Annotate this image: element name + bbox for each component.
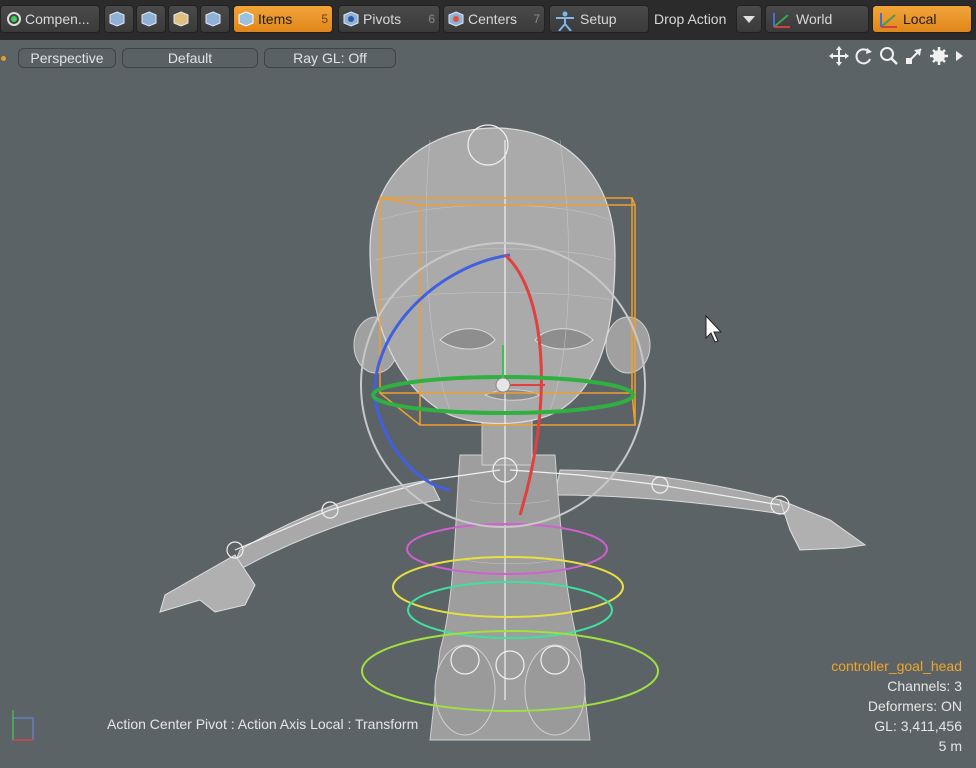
pivots-shortcut: 6 [428, 12, 435, 26]
pivots-label: Pivots [363, 11, 402, 27]
grid-scale: 5 m [938, 738, 962, 754]
polygon-cube-icon [173, 11, 189, 27]
drop-action-dropdown[interactable] [736, 5, 762, 33]
drop-action-label: Drop Action [654, 11, 727, 27]
items-cube-icon [238, 11, 254, 27]
vertex-cube-icon [109, 11, 125, 27]
viewport-info-panel: controller_goal_head Channels: 3 Deforme… [831, 656, 962, 756]
deformers-status: Deformers: ON [867, 698, 962, 714]
pivot-icon [343, 11, 359, 27]
viewport-header: Perspective Default Ray GL: Off [0, 42, 976, 72]
world-label: World [796, 11, 833, 27]
setup-label: Setup [580, 11, 617, 27]
world-axis-icon [770, 11, 792, 28]
chevron-down-icon [743, 11, 755, 27]
items-mode-button[interactable]: Items 5 [233, 5, 333, 33]
3d-viewport-canvas[interactable] [0, 72, 976, 768]
action-center-status: Action Center Pivot : Action Axis Local … [107, 716, 419, 732]
pan-icon[interactable] [829, 46, 849, 66]
top-toolbar: Compen... Items 5 Pivots 6 Centers 7 Set… [0, 0, 976, 40]
edge-cube-icon [141, 11, 157, 27]
mouse-cursor-icon [705, 314, 723, 343]
viewport-indicator-dot [1, 56, 6, 61]
view-type-dropdown[interactable]: Perspective [18, 48, 116, 68]
chevron-right-icon[interactable] [954, 46, 964, 66]
centers-shortcut: 7 [533, 12, 540, 26]
centers-mode-button[interactable]: Centers 7 [443, 5, 545, 33]
components-label: Compen... [25, 11, 90, 27]
maximize-icon[interactable] [904, 46, 924, 66]
items-label: Items [258, 11, 293, 27]
gear-icon[interactable] [929, 46, 949, 66]
viewport-navigation-icons [829, 46, 964, 66]
shading-dropdown[interactable]: Default [122, 48, 258, 68]
pivots-mode-button[interactable]: Pivots 6 [338, 5, 440, 33]
gl-polygon-count: GL: 3,411,456 [874, 718, 962, 734]
local-axis-icon [877, 11, 899, 28]
drop-action-label-box: Drop Action [650, 5, 740, 33]
character-mesh [159, 127, 867, 741]
local-label: Local [903, 11, 937, 27]
zoom-icon[interactable] [879, 46, 899, 66]
components-icon [5, 11, 21, 27]
polygons-mode-button[interactable] [168, 5, 198, 33]
local-axis-button[interactable]: Local [872, 5, 972, 33]
channels-count: Channels: 3 [887, 678, 962, 694]
setup-figure-icon [554, 11, 576, 32]
setup-mode-button[interactable]: Setup [549, 5, 649, 33]
edges-mode-button[interactable] [136, 5, 166, 33]
materials-mode-button[interactable] [200, 5, 230, 33]
center-icon [448, 11, 464, 27]
rotate-icon[interactable] [854, 46, 874, 66]
components-mode-button[interactable]: Compen... [0, 5, 100, 33]
items-shortcut: 5 [321, 12, 328, 26]
world-axis-button[interactable]: World [765, 5, 869, 33]
raygl-toggle[interactable]: Ray GL: Off [264, 48, 396, 68]
selected-item-name: controller_goal_head [831, 658, 962, 674]
centers-label: Centers [468, 11, 518, 27]
vertices-mode-button[interactable] [104, 5, 134, 33]
material-cube-icon [205, 11, 221, 27]
axis-orientation-icon [12, 710, 34, 741]
